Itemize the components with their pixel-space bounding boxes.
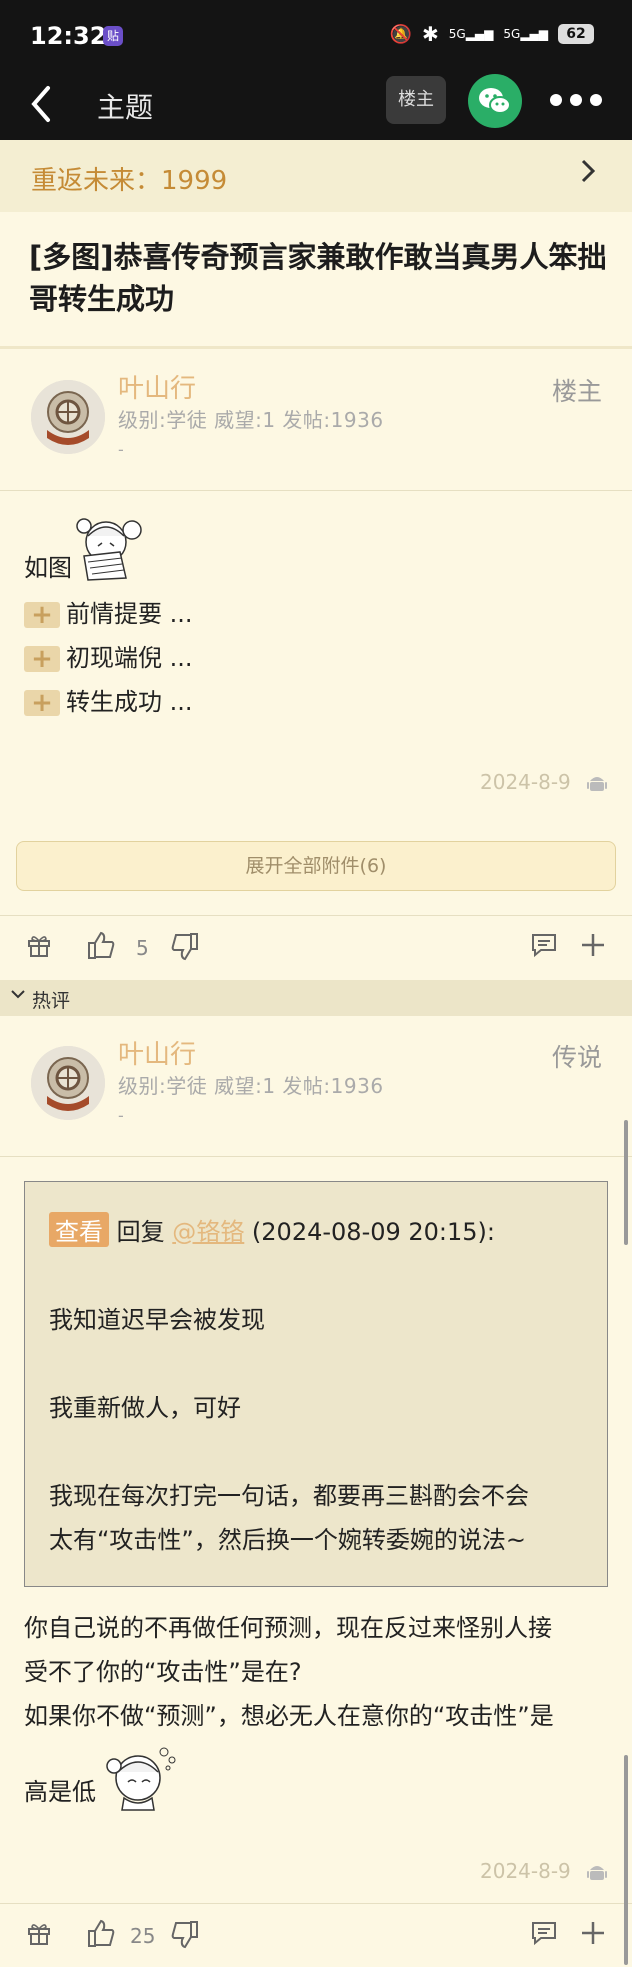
dislike-icon[interactable] xyxy=(170,932,200,962)
status-icons: 🔕 ✱ 5G▂▄▆ 5G▂▄▆ 62 xyxy=(390,22,594,46)
post-date: 2024-8-9 xyxy=(480,1859,571,1883)
top-navbar: 主题 楼主 xyxy=(0,70,632,140)
author-signature: - xyxy=(118,440,124,459)
expand-plus-icon: + xyxy=(24,690,60,716)
dot-icon xyxy=(550,94,562,106)
android-icon xyxy=(587,1866,607,1880)
post-text-line: 你自己说的不再做任何预测，现在反过来怪别人接 xyxy=(24,1614,552,1642)
like-count: 5 xyxy=(136,936,149,960)
forum-link-bar[interactable]: 重返未来：1999 xyxy=(0,140,632,212)
wechat-icon xyxy=(479,88,511,114)
spoiler-item[interactable]: + 初现端倪 ... xyxy=(24,636,193,680)
author-name[interactable]: 叶山行 xyxy=(118,368,196,405)
author-signature: - xyxy=(118,1106,124,1125)
comment-icon[interactable] xyxy=(530,932,558,958)
divider xyxy=(0,490,632,491)
more-options-button[interactable] xyxy=(550,88,602,112)
quoted-reply: 查看 回复 @铬铬 (2024-08-09 20:15): 我知道迟早会被发现 … xyxy=(24,1181,608,1587)
status-time: 12:32 xyxy=(30,22,107,50)
expand-plus-icon: + xyxy=(24,602,60,628)
author-meta: 级别:学徒 威望:1 发帖:1936 xyxy=(118,408,384,432)
avatar[interactable] xyxy=(31,380,105,454)
comment-icon[interactable] xyxy=(530,1920,558,1946)
mention-link[interactable]: @铬铬 xyxy=(172,1218,244,1246)
battery-icon: 62 xyxy=(558,24,594,44)
page-title: 主题 xyxy=(97,91,154,124)
divider xyxy=(0,915,632,916)
wechat-share-button[interactable] xyxy=(468,74,522,128)
plus-icon[interactable] xyxy=(580,1920,606,1946)
quote-line: 我知道迟早会被发现 xyxy=(49,1306,265,1334)
dot-icon xyxy=(570,94,582,106)
quote-line: 我重新做人，可好 xyxy=(49,1394,241,1422)
avatar[interactable] xyxy=(31,1046,105,1120)
bluetooth-icon: ✱ xyxy=(421,22,439,46)
post-text-line: 高是低 xyxy=(24,1778,96,1806)
sticker-icon xyxy=(76,518,142,581)
post-text-line: 受不了你的“攻击性”是在? xyxy=(24,1658,302,1686)
chevron-down-icon xyxy=(10,984,26,1005)
avatar-helmet-icon xyxy=(31,380,105,454)
like-icon[interactable] xyxy=(86,930,116,960)
gift-icon[interactable] xyxy=(26,932,52,958)
app-badge-icon: 贴 xyxy=(103,26,123,46)
hot-comments-header[interactable]: 热评 xyxy=(0,980,632,1016)
gift-icon[interactable] xyxy=(26,1920,52,1946)
spoiler-item[interactable]: + 前情提要 ... xyxy=(24,592,193,636)
floor-label: 传说 xyxy=(552,1043,603,1072)
spoiler-item[interactable]: + 转生成功 ... xyxy=(24,680,193,724)
quote-line: 我现在每次打完一句话，都要再三斟酌会不会 xyxy=(49,1482,529,1510)
expand-plus-icon: + xyxy=(24,646,60,672)
thread-title: [多图]恭喜传奇预言家兼敢作敢当真男人笨拙哥转生成功 xyxy=(29,240,607,316)
quote-line: 太有“攻击性”，然后换一个婉转委婉的说法~ xyxy=(49,1526,526,1554)
chevron-right-icon xyxy=(580,158,596,191)
sticker-icon xyxy=(106,1747,176,1811)
post-text: 如图 xyxy=(24,546,72,590)
dot-icon xyxy=(590,94,602,106)
avatar-helmet-icon xyxy=(31,1046,105,1120)
post-text-line: 如图 xyxy=(24,554,72,582)
only-op-button[interactable]: 楼主 xyxy=(386,76,446,124)
divider xyxy=(0,1156,632,1157)
scrollbar[interactable] xyxy=(624,1755,628,1965)
post-text-line: 如果你不做“预测”，想必无人在意你的“攻击性”是 xyxy=(24,1702,554,1730)
like-icon[interactable] xyxy=(86,1918,116,1948)
back-arrow-icon xyxy=(31,86,50,122)
hot-comments-label: 热评 xyxy=(32,990,71,1012)
status-bar: 12:32 贴 🔕 ✱ 5G▂▄▆ 5G▂▄▆ 62 xyxy=(0,0,632,70)
dislike-icon[interactable] xyxy=(170,1920,200,1950)
forum-name: 重返未来：1999 xyxy=(31,166,228,196)
divider xyxy=(0,1903,632,1904)
bell-muted-icon: 🔕 xyxy=(389,23,412,45)
floor-label: 楼主 xyxy=(552,377,603,406)
plus-icon[interactable] xyxy=(580,932,606,958)
quote-header: 查看 回复 @铬铬 (2024-08-09 20:15): xyxy=(49,1212,495,1247)
like-count: 25 xyxy=(130,1924,156,1948)
author-meta: 级别:学徒 威望:1 发帖:1936 xyxy=(118,1074,384,1098)
expand-attachments-button[interactable]: 展开全部附件(6) xyxy=(16,841,616,891)
signal-icon: 5G▂▄▆ xyxy=(448,27,494,41)
signal-icon-2: 5G▂▄▆ xyxy=(503,27,548,41)
post-date: 2024-8-9 xyxy=(480,770,571,794)
back-button[interactable] xyxy=(28,84,52,131)
view-original-button[interactable]: 查看 xyxy=(49,1212,109,1247)
divider xyxy=(0,346,632,349)
author-name[interactable]: 叶山行 xyxy=(118,1034,196,1071)
scrollbar[interactable] xyxy=(624,1120,628,1245)
android-icon xyxy=(587,777,607,791)
